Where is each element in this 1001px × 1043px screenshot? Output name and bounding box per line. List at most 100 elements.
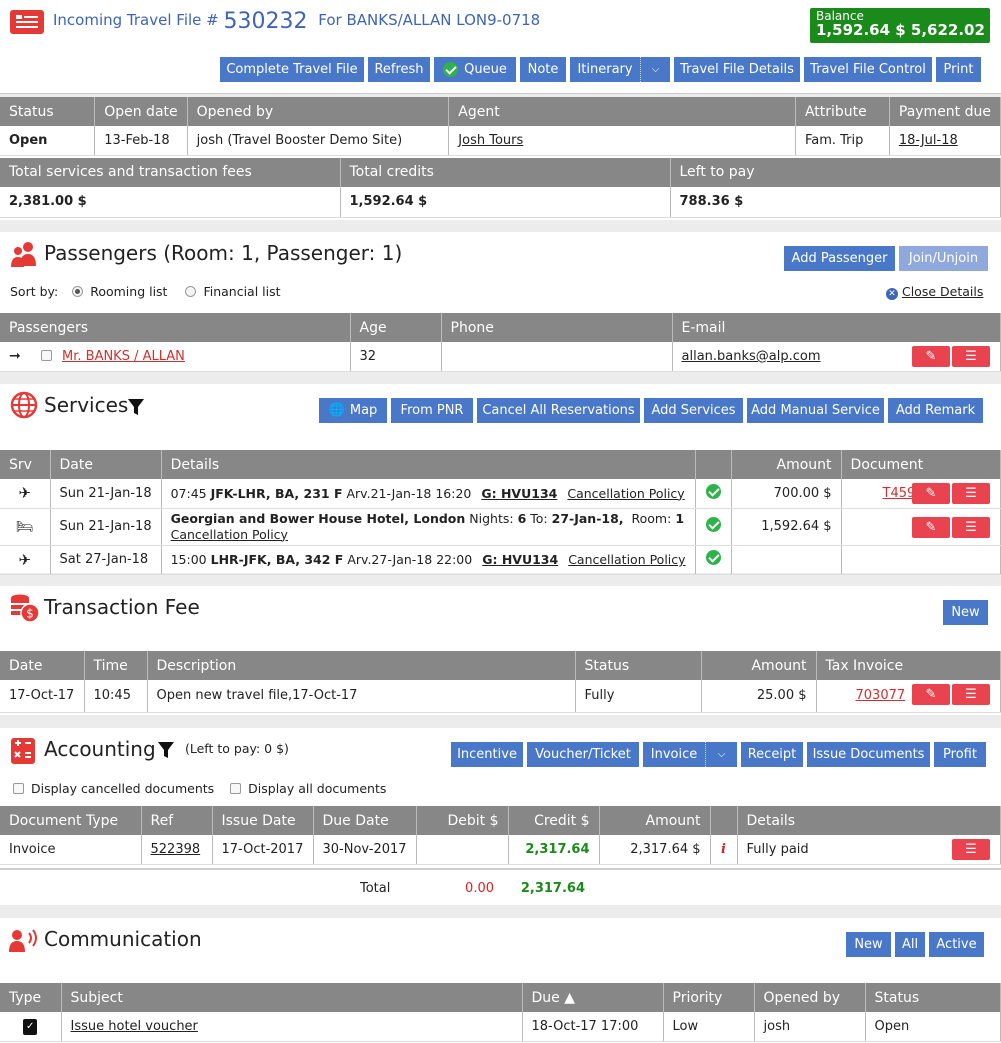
doc-details: Fully paid (746, 841, 809, 857)
queue-label: Queue (464, 62, 507, 77)
chevron-down-icon: ⌵ (651, 64, 660, 75)
itinerary-button[interactable]: Itinerary (570, 57, 640, 82)
display-all-checkbox[interactable] (230, 783, 242, 794)
all-button[interactable]: All (895, 932, 925, 957)
document-menu-button[interactable]: ☰ (952, 839, 990, 860)
cancellation-policy-link[interactable]: Cancellation Policy (171, 527, 288, 542)
file-number: 530232 (223, 9, 308, 34)
print-button[interactable]: Print (936, 57, 981, 82)
col-subject: Subject (61, 983, 523, 1012)
display-cancelled-checkbox[interactable] (13, 783, 24, 794)
total-debit: 0.00 (465, 881, 494, 896)
active-button[interactable]: Active (929, 932, 984, 957)
totals-header-row: Total services and transaction fees Tota… (0, 157, 1001, 187)
financial-list-radio[interactable] (185, 286, 197, 297)
refresh-button[interactable]: Refresh (368, 57, 430, 82)
fee-menu-button[interactable]: ☰ (952, 684, 990, 705)
rooming-list-radio[interactable] (72, 286, 84, 297)
service-row: ✈ Sat 27-Jan-18 15:00 LHR-JFK, BA, 342 F… (0, 545, 1001, 575)
total-services-value: 2,381.00 $ (0, 186, 341, 218)
receipt-button[interactable]: Receipt (741, 742, 803, 767)
display-cancelled-label: Display cancelled documents (30, 781, 215, 796)
col-amount: Amount (701, 651, 817, 680)
col-total-credits: Total credits (340, 157, 671, 187)
edit-fee-button[interactable]: ✎ (912, 684, 950, 705)
edit-passenger-button[interactable]: ✎ (912, 346, 950, 367)
close-details-link[interactable]: Close Details (902, 284, 983, 299)
comm-subject-link[interactable]: Issue hotel voucher (71, 1019, 198, 1034)
service-date: Sun 21-Jan-18 (50, 508, 162, 546)
pnr-link[interactable]: G: HVU134 (482, 552, 558, 567)
service-type-cell: 🛏 (0, 508, 51, 546)
passengers-panel: Passengers (Room: 1, Passenger: 1) Add P… (0, 232, 1001, 372)
profit-button[interactable]: Profit (934, 742, 986, 767)
service-arrival: Arv.21-Jan-18 16:20 (346, 485, 472, 501)
cancel-all-reservations-button[interactable]: Cancel All Reservations (477, 398, 640, 423)
filter-icon[interactable] (157, 741, 175, 759)
passenger-row: ➞ Mr. BANKS / ALLAN 32 allan.banks@alp.c… (0, 342, 1001, 372)
info-icon[interactable]: i (710, 835, 738, 865)
map-button[interactable]: 🌐 Map (319, 398, 387, 423)
doc-ref-link[interactable]: 522398 (151, 842, 201, 857)
add-passenger-button[interactable]: Add Passenger (784, 246, 895, 271)
col-left-to-pay: Left to pay (670, 157, 1001, 187)
sort-by-label: Sort by: (10, 284, 59, 299)
tax-invoice-link[interactable]: 703077 (856, 688, 906, 703)
communication-title: Communication (44, 927, 202, 951)
payment-due-link[interactable]: 18-Jul-18 (899, 133, 958, 148)
passenger-age: 32 (350, 342, 442, 372)
close-details-link-wrap[interactable]: ✕ Close Details (886, 284, 983, 300)
col-due[interactable]: Due ▲ (522, 983, 664, 1012)
new-fee-button[interactable]: New (943, 600, 988, 625)
service-row: 🛏 Sun 21-Jan-18 Georgian and Bower House… (0, 508, 1001, 546)
col-srv: Srv (0, 450, 51, 479)
communication-toolbar: New All Active (846, 932, 984, 957)
col-amount: Amount (731, 450, 842, 479)
add-manual-service-button[interactable]: Add Manual Service (747, 398, 884, 423)
note-button[interactable]: Note (520, 57, 566, 82)
passengers-title: Passengers (Room: 1, Passenger: 1) (44, 241, 403, 265)
edit-service-button[interactable]: ✎ (912, 483, 950, 504)
map-label: Map (349, 403, 378, 418)
invoice-button[interactable]: Invoice (643, 742, 705, 767)
col-status: Status (865, 983, 1001, 1012)
col-email: E-mail (672, 313, 1001, 342)
passengers-table: Passengers Age Phone E-mail ➞ Mr. BANKS … (0, 313, 1001, 372)
issue-documents-button[interactable]: Issue Documents (807, 742, 930, 767)
cancellation-policy-link[interactable]: Cancellation Policy (567, 486, 684, 501)
comm-opened-by: josh (754, 1012, 866, 1042)
agent-link[interactable]: Josh Tours (458, 133, 523, 148)
from-pnr-button[interactable]: From PNR (391, 398, 473, 423)
edit-service-button[interactable]: ✎ (912, 516, 950, 538)
doc-amount: 2,317.64 $ (599, 835, 711, 865)
itinerary-dropdown-button[interactable]: ⌵ (640, 57, 670, 82)
invoice-dropdown-button[interactable]: ⌵ (705, 742, 737, 767)
menu-icon: ☰ (965, 519, 977, 535)
communication-icon (9, 929, 37, 952)
filter-icon[interactable] (127, 398, 145, 416)
queue-button[interactable]: Queue (434, 57, 516, 82)
new-communication-button[interactable]: New (846, 932, 891, 957)
complete-travel-file-button[interactable]: Complete Travel File (220, 57, 364, 82)
col-opened-by: Opened by (754, 983, 866, 1012)
fee-invoice-cell: 703077 ✎ ☰ (816, 680, 1001, 713)
travel-file-control-button[interactable]: Travel File Control (804, 57, 932, 82)
add-services-button[interactable]: Add Services (644, 398, 743, 423)
itinerary-split-button: Itinerary ⌵ (570, 57, 670, 82)
cancellation-policy-link[interactable]: Cancellation Policy (568, 552, 685, 567)
join-unjoin-button[interactable]: Join/Unjoin (899, 246, 988, 271)
voucher-ticket-button[interactable]: Voucher/Ticket (527, 742, 639, 767)
pnr-link[interactable]: G: HVU134 (481, 486, 557, 501)
passenger-menu-button[interactable]: ☰ (952, 346, 990, 367)
service-menu-button[interactable]: ☰ (952, 516, 990, 538)
passenger-name-link[interactable]: Mr. BANKS / ALLAN (62, 349, 185, 364)
passenger-checkbox[interactable] (40, 350, 52, 362)
passenger-email-link[interactable]: allan.banks@alp.com (682, 349, 821, 364)
col-status-icon (695, 450, 732, 479)
incentive-button[interactable]: Incentive (451, 742, 523, 767)
travel-file-details-button[interactable]: Travel File Details (674, 57, 800, 82)
communication-row: ✓ Issue hotel voucher 18-Oct-17 17:00 Lo… (0, 1012, 1001, 1042)
service-menu-button[interactable]: ☰ (952, 483, 990, 504)
service-row: ✈ Sun 21-Jan-18 07:45 JFK-LHR, BA, 231 F… (0, 479, 1001, 509)
add-remark-button[interactable]: Add Remark (888, 398, 983, 423)
